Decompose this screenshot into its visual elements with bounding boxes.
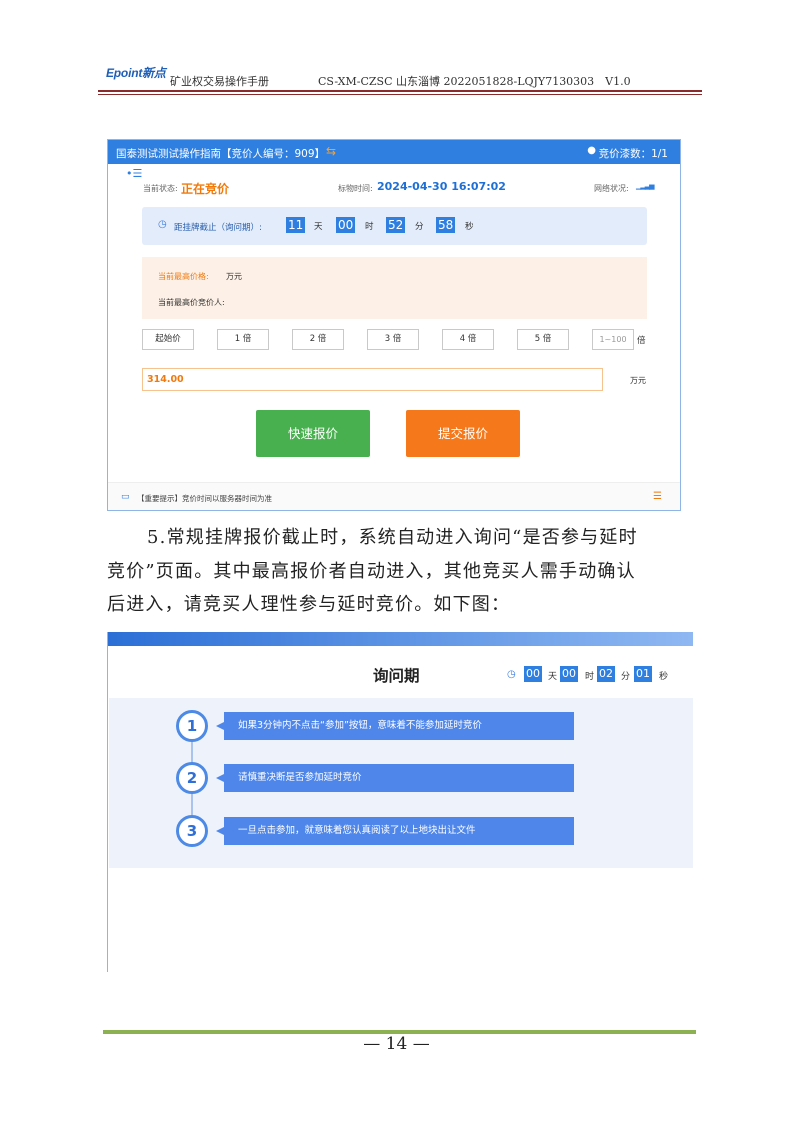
clock-icon: ◷ xyxy=(158,219,167,230)
bid-price-input[interactable]: 314.00 xyxy=(142,368,603,391)
clock-icon: ◷ xyxy=(507,669,516,680)
step-number-1: 1 xyxy=(176,710,208,742)
notice-text: 【重要提示】竞价时间以服务器时间为准 xyxy=(137,494,272,503)
status-value: 正在竞价 xyxy=(181,182,230,196)
page-number: — 14 — xyxy=(363,1034,430,1054)
submit-bid-button[interactable]: 提交报价 xyxy=(406,410,520,457)
inquiry-seconds: 01 xyxy=(634,666,652,682)
inquiry-hours: 00 xyxy=(560,666,578,682)
bidding-guide-title: 国泰测试测试操作指南【竞价人编号：909】 xyxy=(116,148,326,160)
highest-bidder-label: 当前最高价竞价人: xyxy=(158,298,225,307)
message-icon: ▭ xyxy=(121,492,130,502)
inquiry-days: 00 xyxy=(524,666,542,682)
paragraph-line-3: 后进入，请竞买人理性参与延时竞价。如下图： xyxy=(107,594,511,615)
multiplier-button-2x[interactable]: 2 倍 xyxy=(292,329,344,350)
countdown-seconds: 58 xyxy=(436,217,456,233)
bid-price-unit: 万元 xyxy=(630,376,646,385)
inquiry-minutes: 02 xyxy=(597,666,615,682)
bid-round-count: 竞价漆数：1/1 xyxy=(598,148,668,160)
list-icon[interactable]: ☰ xyxy=(653,491,662,502)
signal-icon: ▁▂▃▅ xyxy=(636,182,655,190)
menu-icon[interactable]: •☰ xyxy=(126,167,142,180)
inquiry-screenshot: 询问期 ◷ 00 天 00 时 02 分 01 秒 1 如果3分钟内不点击“参加… xyxy=(107,632,693,972)
body-paragraph: 5.常规挂牌报价截止时，系统自动进入询问“是否参与延时 竞价”页面。其中最高报价… xyxy=(107,521,697,622)
document-code: CS-XM-CZSC 山东淄博 2022051828-LQJY7130303 V… xyxy=(318,75,631,88)
countdown-hours: 00 xyxy=(336,217,356,233)
quick-bid-button[interactable]: 快速报价 xyxy=(256,410,370,457)
step-text-2: 请慎重决断是否参加延时竞价 xyxy=(216,764,574,792)
countdown-panel: ◷ 距挂牌截止（询问期）: 11 天 00 时 52 分 58 秒 xyxy=(142,207,647,245)
multiplier-button-5x[interactable]: 5 倍 xyxy=(517,329,569,350)
step-number-2: 2 xyxy=(176,762,208,794)
inquiry-title: 询问期 xyxy=(373,667,420,685)
inquiry-minutes-unit: 分 xyxy=(621,672,631,682)
manual-title: 矿业权交易操作手册 xyxy=(170,75,269,88)
countdown-seconds-unit: 秒 xyxy=(465,222,474,232)
bidding-screenshot: 国泰测试测试操作指南【竞价人编号：909】 ⇆ ● 竞价漆数：1/1 •☰ 当前… xyxy=(107,139,681,511)
step-text-1: 如果3分钟内不点击“参加”按钮，意味着不能参加延时竞价 xyxy=(216,712,574,740)
multiplier-button-4x[interactable]: 4 倍 xyxy=(442,329,494,350)
epoint-logo: Epoint新点 xyxy=(106,66,166,80)
inquiry-days-unit: 天 xyxy=(548,672,558,682)
highest-price-label: 当前最高价格: xyxy=(158,272,209,281)
inquiry-hours-unit: 时 xyxy=(585,672,595,682)
swap-icon[interactable]: ⇆ xyxy=(326,144,336,158)
multiplier-button-start[interactable]: 起始价 xyxy=(142,329,194,350)
countdown-minutes: 52 xyxy=(386,217,406,233)
multiplier-input[interactable]: 1~100 xyxy=(592,329,634,350)
countdown-label: 距挂牌截止（询问期）: xyxy=(174,223,262,233)
countdown-days: 11 xyxy=(286,217,306,233)
highest-price-panel: 当前最高价格: 万元 当前最高价竞价人: xyxy=(142,257,647,319)
paragraph-line-1: 5.常规挂牌报价截止时，系统自动进入询问“是否参与延时 xyxy=(147,527,638,548)
inquiry-top-bar xyxy=(108,632,693,646)
inquiry-steps-area: 1 如果3分钟内不点击“参加”按钮，意味着不能参加延时竞价 2 请慎重决断是否参… xyxy=(109,698,693,868)
network-label: 网络状况: xyxy=(594,184,629,193)
multiplier-unit: 倍 xyxy=(637,336,646,346)
status-label: 当前状态: xyxy=(143,184,178,193)
header-rule-thin xyxy=(98,94,702,95)
highest-price-unit: 万元 xyxy=(226,272,242,281)
step-number-3: 3 xyxy=(176,815,208,847)
header-rule-thick xyxy=(98,90,702,92)
countdown-minutes-unit: 分 xyxy=(415,222,424,232)
paragraph-line-2: 竞价”页面。其中最高报价者自动进入，其他竞买人需手动确认 xyxy=(107,560,636,582)
multiplier-button-3x[interactable]: 3 倍 xyxy=(367,329,419,350)
multiplier-button-1x[interactable]: 1 倍 xyxy=(217,329,269,350)
user-icon: ● xyxy=(587,145,596,156)
bidding-top-bar: 国泰测试测试操作指南【竞价人编号：909】 ⇆ ● 竞价漆数：1/1 xyxy=(108,140,680,164)
time-label: 标物时间: xyxy=(338,184,373,193)
step-text-3: 一旦点击参加，就意味着您认真阅读了以上地块出让文件 xyxy=(216,817,574,845)
time-value: 2024-04-30 16:07:02 xyxy=(377,180,506,193)
countdown-days-unit: 天 xyxy=(314,222,323,232)
countdown-hours-unit: 时 xyxy=(365,222,374,232)
inquiry-seconds-unit: 秒 xyxy=(659,672,669,682)
notice-bar: ▭ 【重要提示】竞价时间以服务器时间为准 ☰ xyxy=(108,482,680,510)
